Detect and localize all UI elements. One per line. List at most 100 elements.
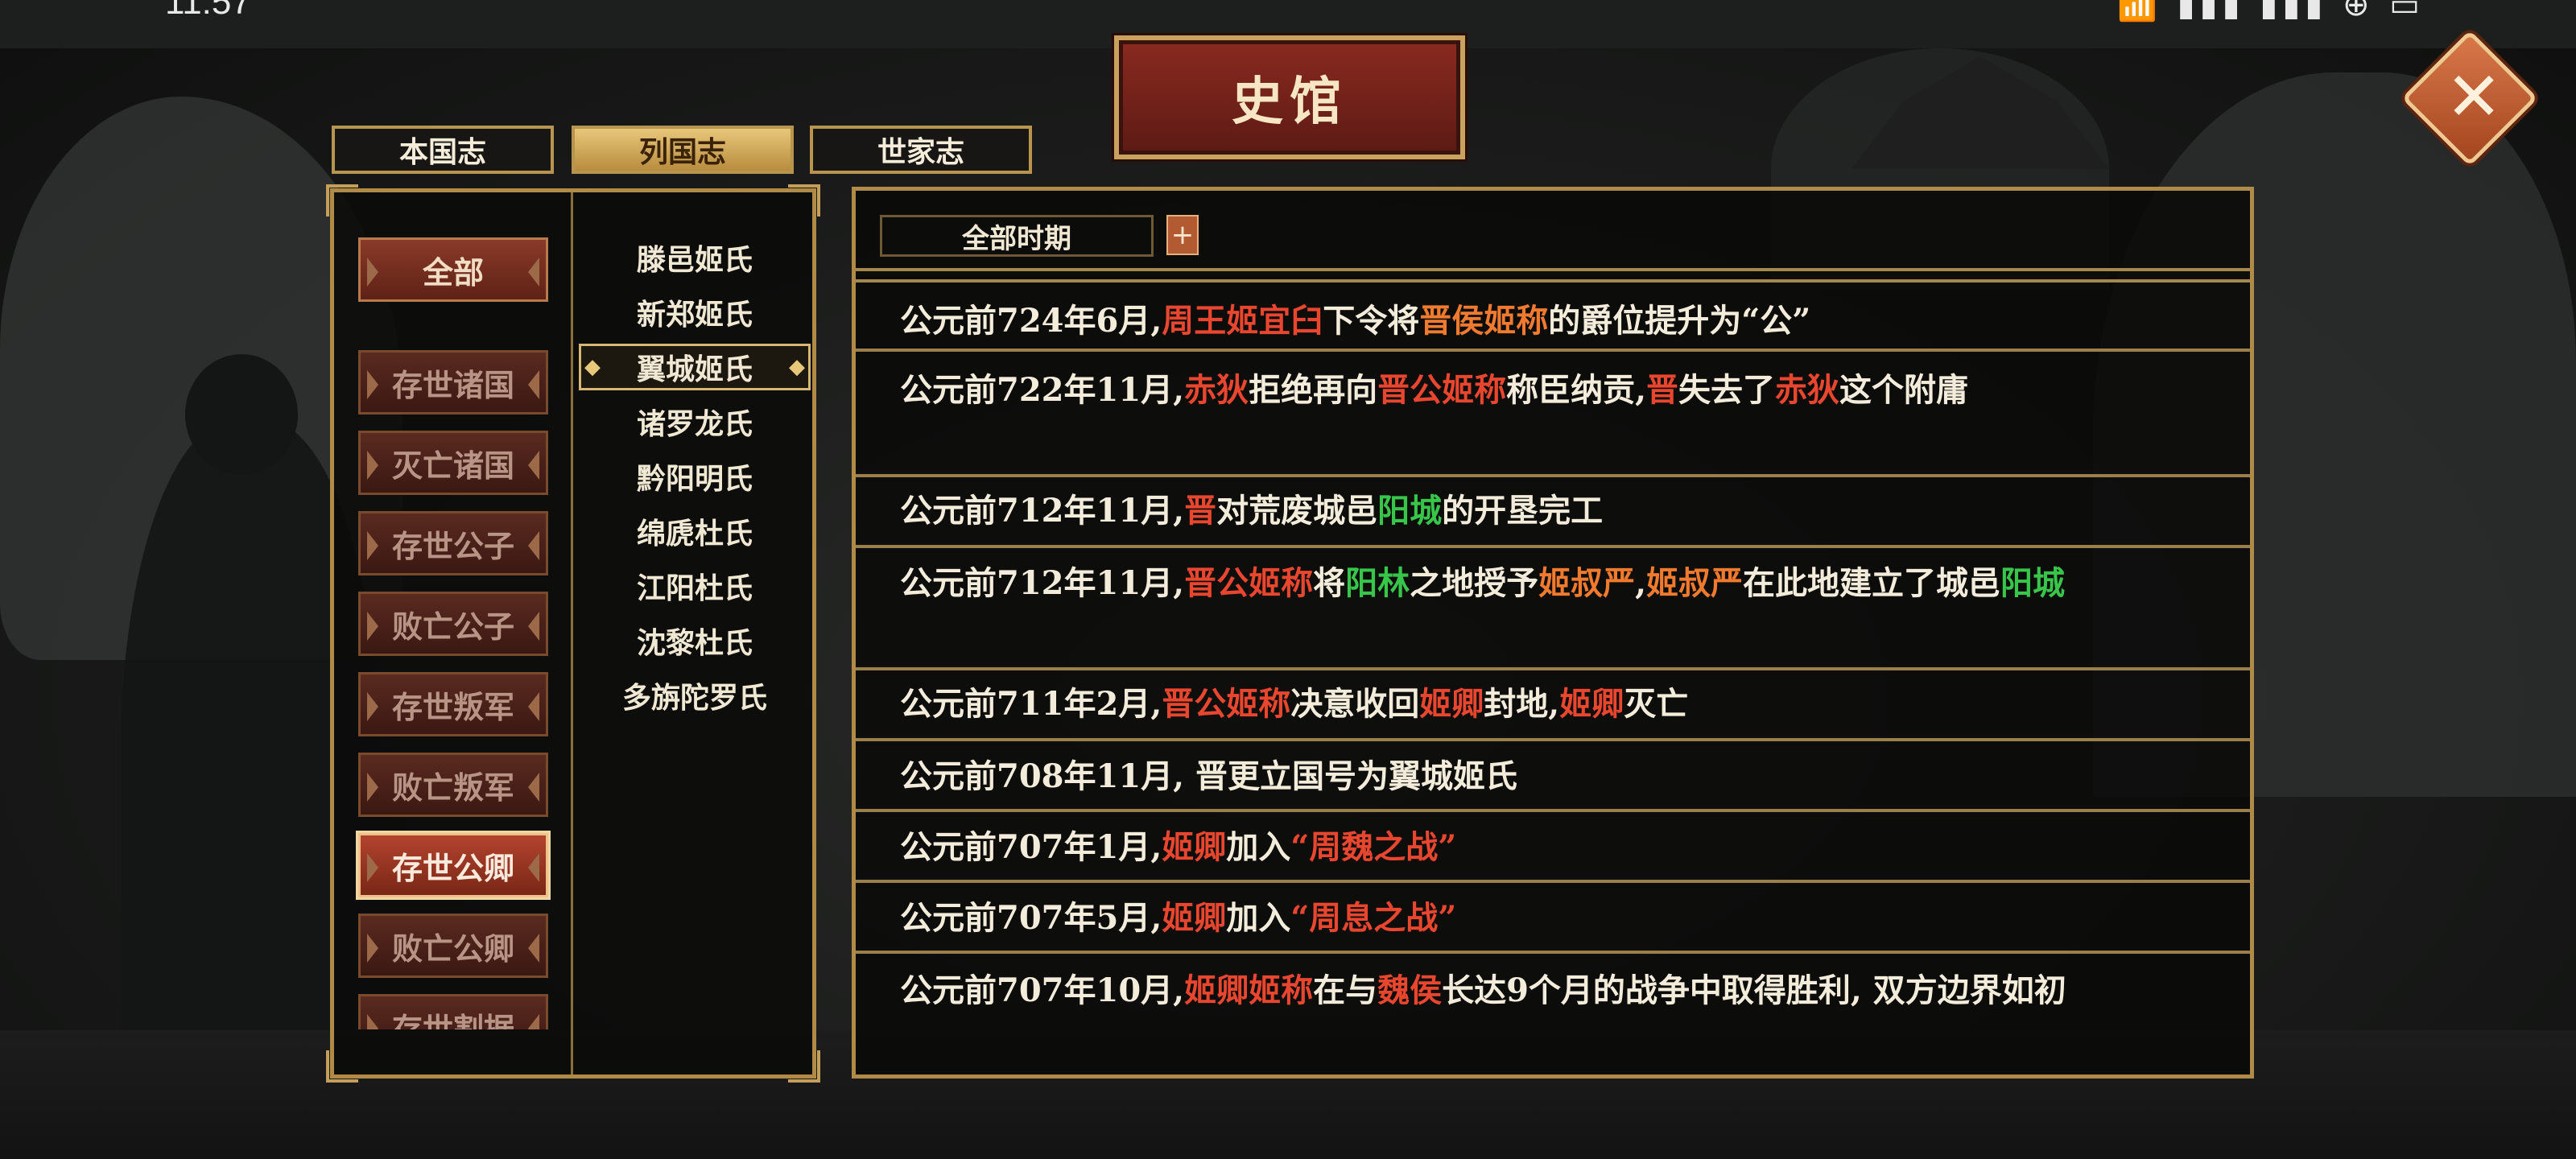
category-button[interactable]: 败亡叛军 — [358, 753, 548, 817]
event-text: 的爵位提升为“公” — [1548, 302, 1811, 340]
status-icons: 📶 ▮▮▮ ▮▮▮ ⊕ ▭ — [2117, 0, 2425, 23]
panel-divider — [571, 192, 573, 1074]
event-highlight: “周魏之战” — [1290, 828, 1457, 866]
tab-clans-annals[interactable]: 世家志 — [810, 126, 1032, 174]
event-highlight: 阳城 — [2000, 564, 2066, 602]
category-button[interactable]: 全部 — [358, 237, 548, 302]
event-highlight: 姬卿 — [1162, 828, 1227, 866]
event-entry: 公元前708年11月, 晋更立国号为翼城姬氏 — [900, 751, 2220, 802]
category-button[interactable]: 败亡公子 — [358, 592, 548, 656]
event-text: 封地, — [1484, 685, 1560, 723]
row-divider — [856, 474, 2250, 477]
event-highlight: 晋公姬称 — [1184, 564, 1314, 602]
event-text: 将 — [1313, 564, 1346, 602]
event-entry: 公元前711年2月,晋公姬称决意收回姬卿封地,姬卿灭亡 — [900, 678, 2220, 730]
event-entry: 公元前724年6月,周王姬宜臼下令将晋侯姬称的爵位提升为“公” — [900, 295, 2220, 347]
event-highlight: 晋公姬称 — [1162, 685, 1291, 723]
tab-local-annals[interactable]: 本国志 — [332, 126, 554, 174]
status-time: 11:57 — [165, 0, 251, 22]
event-text: 在此地建立了城邑 — [1743, 564, 2001, 602]
category-button[interactable]: 存世公卿 — [358, 833, 548, 897]
event-text: 拒绝再向 — [1249, 371, 1378, 409]
history-panel: 全部时期 + 公元前724年6月,周王姬宜臼下令将晋侯姬称的爵位提升为“公” 公元… — [852, 187, 2254, 1079]
row-divider — [856, 349, 2250, 352]
clan-list-item[interactable]: 江阳杜氏 — [576, 563, 814, 609]
event-text: 公元前707年1月, — [900, 828, 1162, 866]
event-text: 的开垦完工 — [1442, 492, 1604, 530]
event-entry: 公元前707年5月,姬卿加入“周息之战” — [900, 893, 2220, 944]
header-divider — [856, 279, 2250, 283]
tab-states-annals[interactable]: 列国志 — [572, 126, 794, 174]
event-text: 公元前722年11月, — [900, 371, 1185, 409]
clan-list-item[interactable]: 多旃陀罗氏 — [576, 672, 814, 719]
category-button[interactable]: 灭亡诸国 — [358, 431, 548, 495]
event-text: 长达9个月的战争中取得胜利, 双方边界如初 — [1442, 971, 2066, 1009]
header-divider — [856, 268, 2250, 271]
event-text: 公元前712年11月, — [900, 492, 1185, 530]
event-text: 在与 — [1313, 971, 1378, 1009]
event-entry: 公元前707年10月,姬卿姬称在与魏侯长达9个月的战争中取得胜利, 双方边界如初 — [900, 965, 2220, 1017]
clan-list-item[interactable]: 黔阳明氏 — [576, 453, 814, 500]
category-button[interactable]: 存世割据 — [358, 994, 548, 1029]
event-text: 公元前707年5月, — [900, 899, 1162, 937]
event-highlight: 晋 — [1646, 371, 1679, 409]
category-button[interactable]: 存世诸国 — [358, 350, 548, 415]
row-divider — [856, 951, 2250, 954]
clan-list-item[interactable]: 新郑姬氏 — [576, 289, 814, 336]
row-divider — [856, 667, 2250, 670]
category-button[interactable]: 败亡公卿 — [358, 914, 548, 978]
event-entry: 公元前712年11月,晋对荒废城邑阳城的开垦完工 — [900, 485, 2220, 537]
event-highlight: 晋 — [1184, 492, 1217, 530]
corner-ornament — [788, 1050, 820, 1083]
event-text: , — [1635, 564, 1647, 602]
event-text: 之地授予 — [1410, 564, 1539, 602]
clan-list-item[interactable]: 绵虒杜氏 — [576, 508, 814, 555]
event-text: 加入 — [1226, 899, 1291, 937]
corner-ornament — [326, 1050, 358, 1083]
event-highlight: 姬叔严 — [1646, 564, 1744, 602]
event-highlight: 姬卿 — [1559, 685, 1624, 723]
event-highlight: 赤狄 — [1184, 371, 1249, 409]
event-highlight: 姬卿姬称 — [1184, 971, 1314, 1009]
event-text: 灭亡 — [1624, 685, 1689, 723]
period-filter-select[interactable]: 全部时期 — [880, 215, 1154, 257]
event-highlight: 姬卿 — [1419, 685, 1484, 723]
event-text: 公元前724年6月, — [900, 302, 1162, 340]
event-text: 这个附庸 — [1839, 371, 1969, 409]
event-text: 公元前712年11月, — [900, 564, 1185, 602]
category-button[interactable]: 存世叛军 — [358, 672, 548, 736]
clan-list-item[interactable]: 滕邑姬氏 — [576, 234, 814, 281]
event-text: 下令将 — [1323, 302, 1420, 340]
category-list[interactable]: 全部存世诸国灭亡诸国存世公子败亡公子存世叛军败亡叛军存世公卿败亡公卿存世割据 — [334, 192, 571, 1029]
row-divider — [856, 880, 2250, 883]
row-divider — [856, 809, 2250, 812]
period-expand-button[interactable]: + — [1166, 215, 1199, 255]
event-text: 称臣纳贡, — [1506, 371, 1647, 409]
event-highlight: “周息之战” — [1290, 899, 1457, 937]
event-highlight: 晋侯姬称 — [1419, 302, 1549, 340]
row-divider — [856, 738, 2250, 741]
category-button[interactable]: 存世公子 — [358, 511, 548, 575]
event-highlight: 晋公姬称 — [1377, 371, 1507, 409]
event-entry: 公元前712年11月,晋公姬称将阳林之地授予姬叔严,姬叔严在此地建立了城邑阳城 — [900, 558, 2220, 609]
close-icon: ✕ — [2445, 57, 2503, 137]
event-highlight: 赤狄 — [1775, 371, 1840, 409]
row-divider — [856, 545, 2250, 548]
event-highlight: 魏侯 — [1377, 971, 1443, 1009]
event-text: 公元前708年11月, 晋更立国号为翼城姬氏 — [900, 757, 1518, 795]
event-text: 公元前707年10月, — [900, 971, 1185, 1009]
clan-list-item[interactable]: 沈黎杜氏 — [576, 617, 814, 664]
clan-list-item[interactable]: 诸罗龙氏 — [576, 398, 814, 445]
title-plaque: 史馆 — [1114, 35, 1465, 159]
page-title: 史馆 — [1232, 72, 1348, 132]
event-entry: 公元前722年11月,赤狄拒绝再向晋公姬称称臣纳贡,晋失去了赤狄这个附庸 — [900, 365, 2220, 416]
left-panel: 全部存世诸国灭亡诸国存世公子败亡公子存世叛军败亡叛军存世公卿败亡公卿存世割据 滕… — [326, 184, 820, 1083]
event-entry: 公元前707年1月,姬卿加入“周魏之战” — [900, 822, 2220, 873]
event-text: 加入 — [1226, 828, 1291, 866]
event-highlight: 阳城 — [1377, 492, 1443, 530]
event-text: 对荒废城邑 — [1216, 492, 1378, 530]
clan-list-item[interactable]: 翼城姬氏 — [579, 344, 811, 390]
event-highlight: 周王姬宜臼 — [1162, 302, 1323, 340]
event-highlight: 姬叔严 — [1538, 564, 1636, 602]
event-highlight: 阳林 — [1345, 564, 1410, 602]
